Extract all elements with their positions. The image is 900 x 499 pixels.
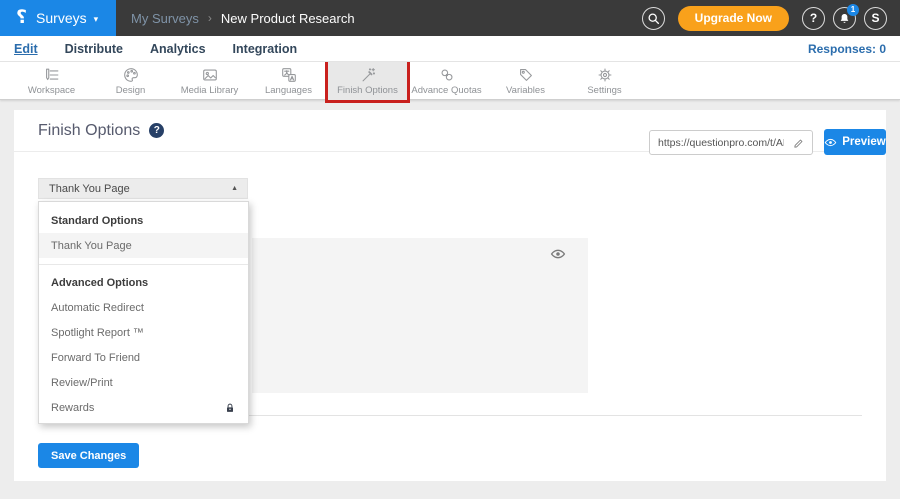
breadcrumb-current-survey: New Product Research xyxy=(221,11,355,26)
menu-item-label: Forward To Friend xyxy=(51,352,140,364)
search-icon xyxy=(647,12,660,25)
menu-item-label: Spotlight Report ™ xyxy=(51,327,144,339)
upgrade-now-button[interactable]: Upgrade Now xyxy=(678,6,789,31)
tab-integration[interactable]: Integration xyxy=(233,42,298,56)
translate-icon xyxy=(280,66,298,84)
finish-option-menu: Standard Options Thank You Page Advanced… xyxy=(38,201,249,424)
menu-divider xyxy=(39,264,248,265)
edit-url-button[interactable] xyxy=(786,131,812,154)
preview-label: Preview xyxy=(842,136,885,148)
survey-nav: Edit Distribute Analytics Integration Re… xyxy=(0,36,900,62)
tab-distribute[interactable]: Distribute xyxy=(65,42,123,56)
lock-icon xyxy=(224,402,236,414)
topbar-actions: Upgrade Now ? 1 S xyxy=(642,0,887,36)
menu-item-forward-to-friend[interactable]: Forward To Friend xyxy=(39,345,248,370)
tab-edit[interactable]: Edit xyxy=(14,42,38,56)
question-mark-icon: ? xyxy=(810,11,817,25)
preview-eye-button[interactable] xyxy=(550,246,566,267)
toolbar-item-languages[interactable]: Languages xyxy=(249,62,328,100)
menu-group-standard: Standard Options xyxy=(39,209,248,233)
toolbar-item-label: Languages xyxy=(265,85,312,96)
palette-icon xyxy=(122,66,140,84)
chain-links-icon xyxy=(438,66,456,84)
toolbar-item-label: Media Library xyxy=(181,85,239,96)
chevron-down-icon: ▾ xyxy=(94,14,99,25)
workspace-list-icon xyxy=(43,66,61,84)
tab-analytics[interactable]: Analytics xyxy=(150,42,206,56)
image-icon xyxy=(201,66,219,84)
menu-item-rewards[interactable]: Rewards xyxy=(39,395,248,420)
menu-item-automatic-redirect[interactable]: Automatic Redirect xyxy=(39,295,248,320)
survey-url-group xyxy=(649,130,813,155)
toolbar-item-label: Finish Options xyxy=(337,85,398,96)
product-name: Surveys xyxy=(36,10,87,26)
menu-item-label: Thank You Page xyxy=(51,240,132,252)
notifications-button[interactable]: 1 xyxy=(833,7,856,30)
toolbar-item-label: Design xyxy=(116,85,146,96)
notification-badge: 1 xyxy=(847,4,859,16)
toolbar-item-label: Settings xyxy=(587,85,621,96)
survey-url-input[interactable] xyxy=(650,137,786,149)
menu-item-label: Automatic Redirect xyxy=(51,302,144,314)
edit-toolbar: Workspace Design Media Library Languages… xyxy=(0,62,900,100)
save-changes-button[interactable]: Save Changes xyxy=(38,443,139,468)
menu-item-label: Rewards xyxy=(51,402,94,414)
toolbar-tiles: Workspace Design Media Library Languages… xyxy=(12,62,644,100)
toolbar-item-label: Advance Quotas xyxy=(411,85,481,96)
thank-you-preview-panel xyxy=(252,238,588,393)
menu-item-label: Review/Print xyxy=(51,377,113,389)
top-bar: ⸮ Surveys ▾ My Surveys › New Product Res… xyxy=(0,0,900,36)
toolbar-item-finish-options[interactable]: Finish Options xyxy=(328,62,407,100)
breadcrumb-my-surveys[interactable]: My Surveys xyxy=(131,11,199,26)
page-title: Finish Options xyxy=(38,122,140,140)
toolbar-item-variables[interactable]: Variables xyxy=(486,62,565,100)
menu-item-thank-you-page[interactable]: Thank You Page xyxy=(39,233,248,258)
page-help-icon[interactable]: ? xyxy=(149,123,164,138)
help-button[interactable]: ? xyxy=(802,7,825,30)
select-value: Thank You Page xyxy=(39,183,130,195)
magic-wand-icon xyxy=(359,66,377,84)
toolbar-item-media-library[interactable]: Media Library xyxy=(170,62,249,100)
gear-icon xyxy=(596,66,614,84)
eye-icon xyxy=(824,136,837,149)
menu-item-spotlight-report[interactable]: Spotlight Report ™ xyxy=(39,320,248,345)
eye-icon xyxy=(550,246,566,262)
product-switcher[interactable]: ⸮ Surveys ▾ xyxy=(0,0,116,36)
preview-button[interactable]: Preview xyxy=(824,129,886,155)
toolbar-item-advance-quotas[interactable]: Advance Quotas xyxy=(407,62,486,100)
chevron-up-icon: ▲ xyxy=(231,185,247,192)
breadcrumb: My Surveys › New Product Research xyxy=(131,0,355,36)
toolbar-item-design[interactable]: Design xyxy=(91,62,170,100)
responses-count[interactable]: Responses: 0 xyxy=(808,42,886,56)
tag-icon xyxy=(517,66,535,84)
pencil-icon xyxy=(793,137,805,149)
questionpro-logo-icon: ⸮ xyxy=(16,6,27,28)
menu-item-review-print[interactable]: Review/Print xyxy=(39,370,248,395)
avatar[interactable]: S xyxy=(864,7,887,30)
finish-options-panel: Finish Options ? Thank You Page ▲ Standa… xyxy=(14,110,886,481)
toolbar-item-settings[interactable]: Settings xyxy=(565,62,644,100)
toolbar-item-workspace[interactable]: Workspace xyxy=(12,62,91,100)
survey-url-box xyxy=(649,130,813,155)
toolbar-item-label: Variables xyxy=(506,85,545,96)
search-button[interactable] xyxy=(642,7,665,30)
toolbar-item-label: Workspace xyxy=(28,85,75,96)
menu-group-advanced: Advanced Options xyxy=(39,271,248,295)
breadcrumb-separator-icon: › xyxy=(208,11,212,25)
finish-option-select[interactable]: Thank You Page ▲ xyxy=(38,178,248,199)
avatar-initial: S xyxy=(871,11,879,25)
